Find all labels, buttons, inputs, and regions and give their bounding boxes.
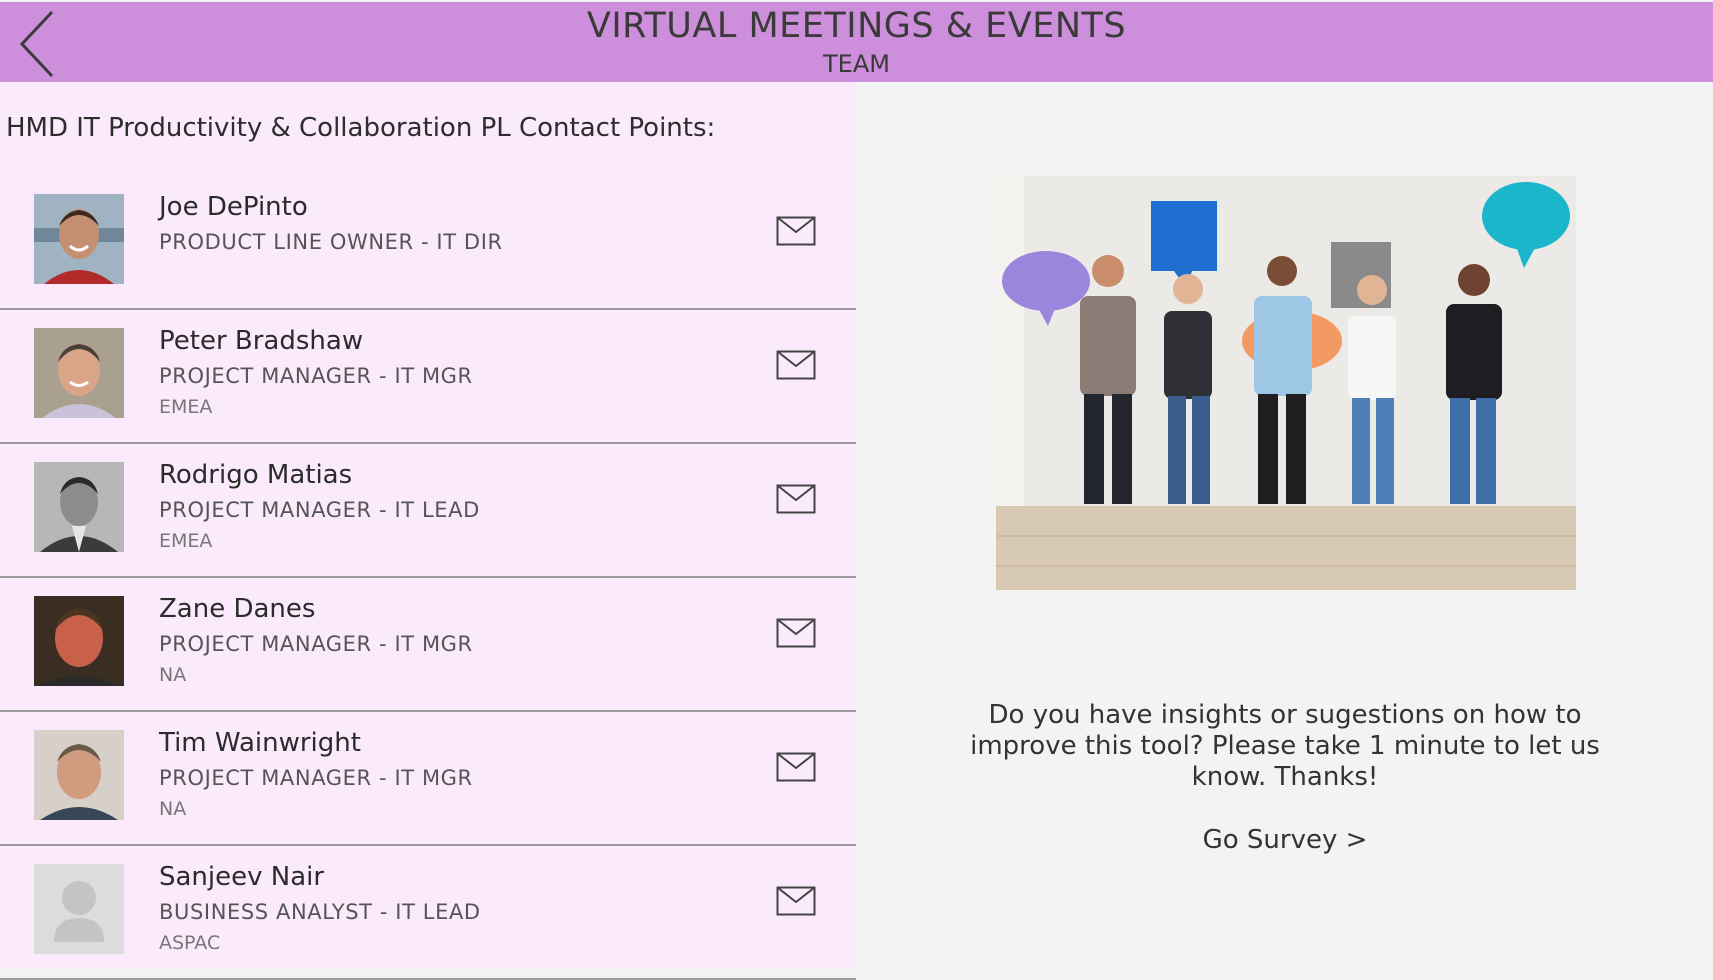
avatar [34, 194, 124, 284]
header-bar: VIRTUAL MEETINGS & EVENTS TEAM [0, 2, 1713, 82]
survey-message: Do you have insights or sugestions on ho… [970, 700, 1600, 792]
mail-icon [776, 752, 816, 782]
contact-item[interactable]: Sanjeev Nair BUSINESS ANALYST - IT LEAD … [0, 846, 856, 980]
mail-icon [776, 618, 816, 648]
contact-role: PROJECT MANAGER - IT MGR [159, 766, 473, 790]
contact-region: ASPAC [159, 932, 221, 954]
contact-role: PROJECT MANAGER - IT MGR [159, 364, 473, 388]
contact-region: EMEA [159, 396, 213, 418]
contact-name: Joe DePinto [159, 192, 308, 222]
contact-panel: HMD IT Productivity & Collaboration PL C… [0, 82, 856, 980]
avatar [34, 730, 124, 820]
email-button[interactable] [776, 752, 816, 782]
contact-item[interactable]: Peter Bradshaw PROJECT MANAGER - IT MGR … [0, 310, 856, 444]
page-title: VIRTUAL MEETINGS & EVENTS [586, 6, 1127, 46]
contact-name: Rodrigo Matias [159, 460, 353, 490]
mail-icon [776, 886, 816, 916]
mail-icon [776, 216, 816, 246]
email-button[interactable] [776, 886, 816, 916]
page-subtitle: TEAM [823, 50, 890, 78]
contact-region: NA [159, 798, 187, 820]
contact-item[interactable]: Zane Danes PROJECT MANAGER - IT MGR NA [0, 578, 856, 712]
contact-list: Joe DePinto PRODUCT LINE OWNER - IT DIR [0, 176, 856, 980]
contact-role: PROJECT MANAGER - IT MGR [159, 632, 473, 656]
avatar [34, 328, 124, 418]
go-survey-link[interactable]: Go Survey > [1160, 825, 1410, 855]
team-hero-image [996, 176, 1576, 590]
contact-role: PRODUCT LINE OWNER - IT DIR [159, 230, 503, 254]
email-button[interactable] [776, 350, 816, 380]
person-icon [34, 864, 124, 954]
avatar-placeholder [34, 864, 124, 954]
email-button[interactable] [776, 484, 816, 514]
mail-icon [776, 350, 816, 380]
contact-item[interactable]: Rodrigo Matias PROJECT MANAGER - IT LEAD… [0, 444, 856, 578]
contact-region: EMEA [159, 530, 213, 552]
contact-item[interactable]: Tim Wainwright PROJECT MANAGER - IT MGR … [0, 712, 856, 846]
contact-name: Peter Bradshaw [159, 326, 364, 356]
contact-role: PROJECT MANAGER - IT LEAD [159, 498, 480, 522]
email-button[interactable] [776, 618, 816, 648]
avatar [34, 462, 124, 552]
contact-name: Zane Danes [159, 594, 316, 624]
contact-item[interactable]: Joe DePinto PRODUCT LINE OWNER - IT DIR [0, 176, 856, 310]
contact-region: NA [159, 664, 187, 686]
contact-name: Tim Wainwright [159, 728, 361, 758]
avatar [34, 596, 124, 686]
email-button[interactable] [776, 216, 816, 246]
section-title: HMD IT Productivity & Collaboration PL C… [6, 113, 716, 143]
contact-role: BUSINESS ANALYST - IT LEAD [159, 900, 481, 924]
contact-name: Sanjeev Nair [159, 862, 325, 892]
mail-icon [776, 484, 816, 514]
